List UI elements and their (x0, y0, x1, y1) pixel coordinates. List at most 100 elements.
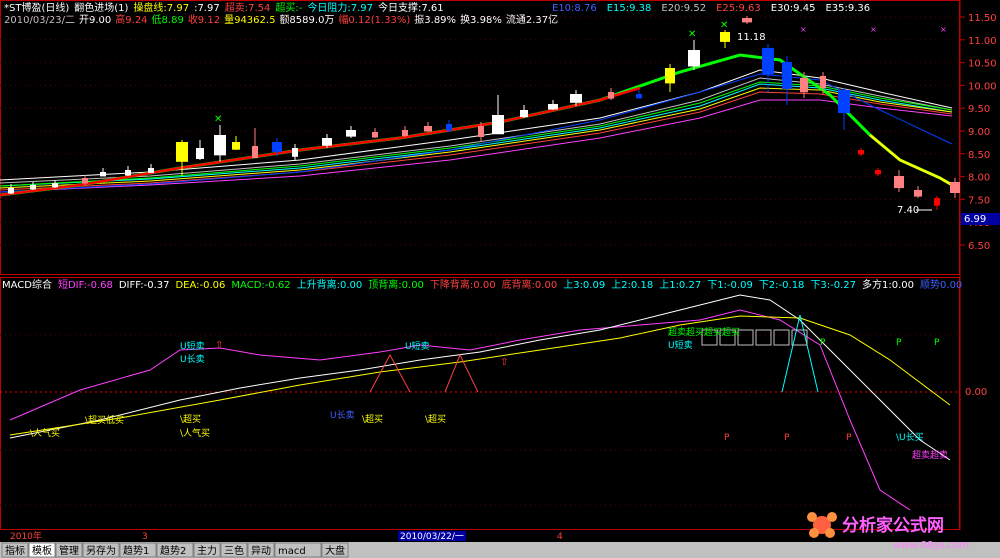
candle-body (346, 130, 356, 137)
macd-annotation: \超买 (425, 413, 446, 425)
buy-signal-x: ✕ (688, 29, 696, 40)
candle-body (402, 130, 408, 137)
signal-x: × (800, 25, 807, 34)
candle-body (548, 104, 558, 110)
candle-body (52, 183, 58, 188)
status-tab-label: 指标 (5, 544, 25, 557)
macd-annotation: P (896, 338, 902, 348)
candle-body (838, 90, 850, 114)
status-tab-label: 管理 (59, 544, 79, 557)
signal-x: × (870, 25, 877, 34)
ma-item-2: E20:9.52 (661, 3, 706, 14)
header-stat-2: 高9.24 (115, 13, 147, 26)
candle-body (232, 142, 240, 150)
macd-annotation: U短卖 (180, 340, 205, 352)
candle-body (520, 110, 528, 118)
date-label: 4 (557, 532, 563, 542)
price-tick-label: 9.00 (968, 127, 990, 138)
macd-annotation: \超买 (180, 413, 201, 425)
candle-body (125, 170, 131, 176)
macd-stat-2: DIFF:-0.37 (119, 280, 170, 291)
candle-body (762, 48, 774, 75)
macd-stat-10: 上2:0.18 (611, 279, 653, 291)
macd-stat-9: 上3:0.09 (563, 279, 605, 291)
candle-body (950, 182, 960, 193)
header-item-7: 今日支撑:7.61 (378, 1, 444, 14)
header-item-4: 超卖:7.54 (225, 1, 271, 14)
status-tab-label: macd (278, 546, 306, 557)
price-tick-label: 11.50 (968, 13, 997, 24)
macd-annotation: \人气买 (180, 427, 210, 439)
macd-stat-4: MACD:-0.62 (231, 280, 290, 291)
header-stat-4: 收9.12 (188, 13, 220, 26)
macd-annotation: U长卖 (330, 409, 355, 421)
status-tab-label: 趋势1 (123, 544, 149, 557)
price-tick-label: 9.50 (968, 104, 990, 115)
price-tick-label: 11.00 (968, 36, 997, 47)
candle-body (272, 142, 282, 152)
macd-header: MACD综合 短DIF:-0.68 DIFF:-0.37 DEA:-0.06 MACD:… (2, 278, 962, 291)
status-tab-label: 另存为 (86, 544, 116, 557)
candle-body (720, 32, 730, 42)
macd-annotation: U短卖 (405, 340, 430, 352)
header-item-5: 超买:- (275, 1, 302, 14)
up-arrow-icon: ⇧ (215, 340, 223, 351)
ma-item-0: E10:8.76 (552, 3, 597, 14)
macd-stat-1: 短DIF:-0.68 (58, 278, 113, 291)
macd-stat-6: 顶背离:0.00 (368, 278, 424, 291)
candle-body (82, 178, 88, 184)
header-row-2: 2010/03/23/二 开9.00 高9.24 低8.89 收9.12 量94362.5… (4, 13, 558, 26)
macd-stat-12: 下1:-0.09 (707, 280, 753, 291)
status-tab-label: 三色 (224, 544, 244, 557)
candle-body (875, 170, 881, 175)
header-item-3: :7.97 (194, 3, 220, 14)
candle-body (570, 94, 582, 103)
candle-body (665, 68, 675, 84)
ma-item-4: E30:9.45 (771, 3, 816, 14)
candle-body (214, 135, 226, 156)
buy-signal-x: ✕ (720, 20, 728, 31)
header-stat-9: 换3.98% (460, 13, 502, 26)
price-tick-label: 8.00 (968, 173, 990, 184)
candle-body (478, 126, 484, 137)
candle-body (934, 198, 940, 206)
candle-body (858, 150, 864, 155)
header-stat-0: 2010/03/23/二 (4, 15, 75, 26)
macd-annotation: P (784, 433, 790, 443)
up-arrow-icon: ⇧ (500, 357, 508, 368)
macd-stat-14: 下3:-0.27 (810, 280, 856, 291)
macd-stat-16: 顺势0.00 (920, 278, 962, 291)
ma-item-3: E25:9.63 (716, 3, 761, 14)
macd-annotation: \人气买 (30, 427, 60, 439)
candle-body (176, 142, 188, 162)
ma-item-5: E35:9.36 (825, 3, 870, 14)
header-stat-3: 低8.89 (152, 13, 184, 26)
candle-body (424, 126, 432, 132)
candle-body (894, 176, 904, 189)
macd-annotation: P (934, 338, 940, 348)
candle-body (372, 132, 378, 138)
status-tab-label: 模板 (32, 544, 52, 557)
candle-body (446, 124, 452, 131)
status-tab-label: 趋势2 (160, 544, 186, 557)
header-item-0: *ST博盈(日线) (4, 1, 69, 14)
macd-annotation: P (846, 433, 852, 443)
price-tick-label: 6.50 (968, 241, 990, 252)
candle-body (742, 18, 752, 23)
macd-stat-15: 多方1:0.00 (862, 278, 914, 291)
status-tab-label: 大盘 (325, 544, 345, 557)
header-stat-5: 量94362.5 (224, 14, 275, 26)
current-price-label: 6.99 (964, 214, 986, 225)
macd-stat-3: DEA:-0.06 (175, 280, 225, 291)
macd-annotation: \超买低买 (85, 414, 124, 426)
macd-annotation: U长卖 (180, 353, 205, 365)
watermark-url: www.88gs.com (893, 540, 969, 551)
watermark-title: 分析家公式网 (842, 515, 944, 536)
candle-body (322, 138, 332, 146)
chart-canvas[interactable]: *ST博盈(日线) 翻色进场(1) 操盘线:7.97:7.97 超卖:7.54 超买:-… (0, 0, 1000, 558)
candle-body (492, 115, 504, 135)
date-label: 2010年 (10, 530, 42, 542)
date-label: 3 (142, 532, 148, 542)
macd-stat-11: 上1:0.27 (659, 279, 701, 291)
macd-zero-label: 0.00 (965, 387, 987, 398)
